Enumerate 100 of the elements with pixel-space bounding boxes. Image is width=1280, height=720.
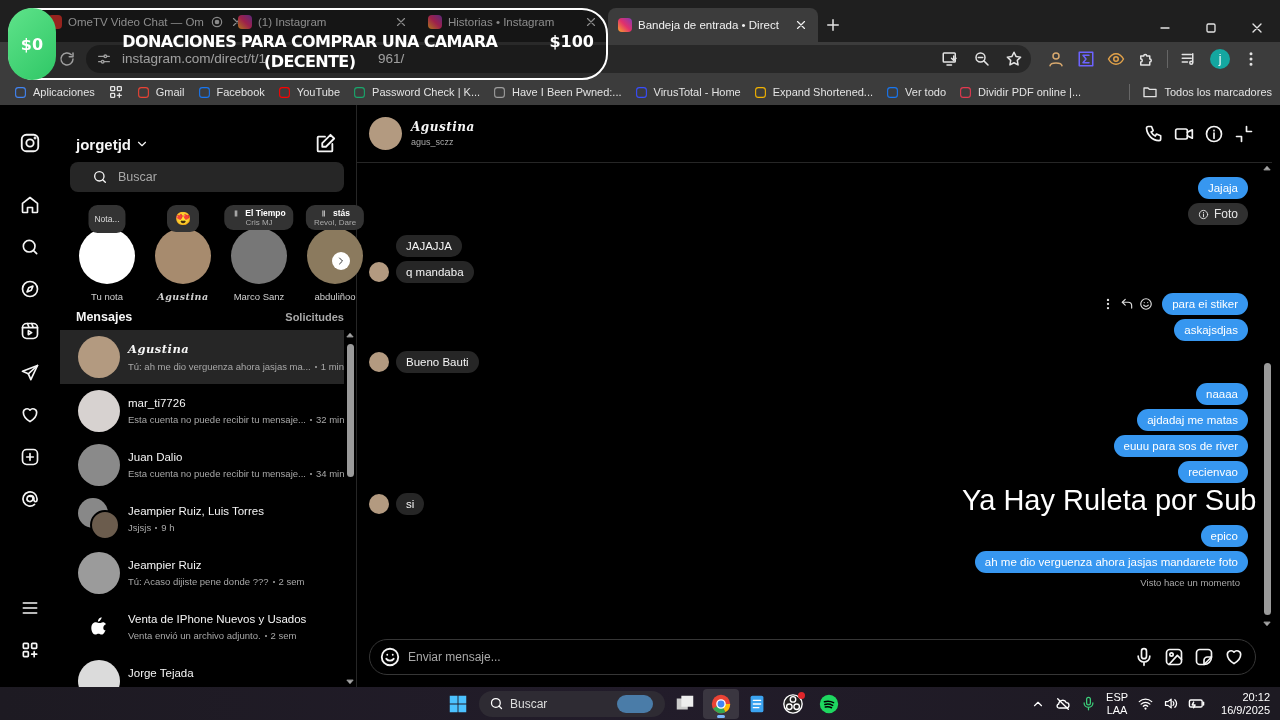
volume-icon[interactable] bbox=[1163, 696, 1179, 711]
search-icon[interactable] bbox=[20, 237, 40, 257]
conversation-item[interactable]: mar_ti7726 Esta cuenta no puede recibir tu mensaje... 32 min bbox=[60, 384, 344, 438]
apps-icon[interactable] bbox=[20, 640, 40, 660]
collapse-icon[interactable] bbox=[1234, 123, 1254, 144]
cloud-icon[interactable] bbox=[1055, 695, 1072, 712]
home-icon[interactable] bbox=[20, 195, 40, 215]
tab-groups-icon[interactable] bbox=[107, 84, 124, 100]
browser-tab[interactable]: (1) Instagram bbox=[228, 12, 418, 32]
bookmark-link[interactable]: VirusTotal - Home bbox=[634, 85, 741, 99]
message-bubble: para ei stiker bbox=[1162, 293, 1248, 315]
close-icon[interactable] bbox=[584, 15, 598, 29]
bookmark-link[interactable]: YouTube bbox=[277, 85, 341, 99]
instagram-logo-icon[interactable] bbox=[19, 132, 41, 154]
compass-icon[interactable] bbox=[20, 279, 40, 299]
caret-down-icon[interactable] bbox=[1262, 619, 1272, 629]
site-icon bbox=[353, 85, 367, 99]
site-favicon bbox=[428, 15, 442, 29]
sticker-icon[interactable] bbox=[1194, 647, 1214, 667]
heart-icon[interactable] bbox=[1224, 647, 1244, 667]
site-icon bbox=[136, 85, 150, 99]
clock-time[interactable]: 20:12 bbox=[1242, 690, 1270, 704]
bookmark-link[interactable]: Dividir PDF online |... bbox=[959, 85, 1082, 99]
message-input[interactable]: Enviar mensaje... bbox=[369, 639, 1256, 675]
conversation-item[interactable]: Agustina Tú: ah me dio verguenza ahora jasjas ma... 1 min bbox=[60, 330, 344, 384]
star-icon[interactable] bbox=[1005, 49, 1023, 68]
site-favicon bbox=[618, 18, 632, 32]
avatar-photo bbox=[369, 262, 389, 282]
message-preview: Jsjsjs bbox=[128, 522, 152, 533]
taskbar-app[interactable] bbox=[703, 688, 739, 719]
browser-tab[interactable]: Bandeja de entrada • Direct bbox=[608, 8, 818, 42]
message-time: 2 sem bbox=[270, 630, 297, 641]
song-artist: Cris MJ bbox=[245, 218, 273, 227]
language-code[interactable]: ESP bbox=[1106, 690, 1129, 704]
message-preview: Esta cuenta no puede recibir tu mensaje... bbox=[128, 414, 306, 425]
search-field[interactable]: Buscar bbox=[70, 162, 344, 192]
message-bubble: ajdadaj me matas bbox=[1137, 409, 1248, 431]
scrollbar-thumb[interactable] bbox=[1263, 363, 1271, 615]
note-bubble: 😍 bbox=[167, 205, 199, 232]
reels-icon[interactable] bbox=[20, 321, 40, 341]
emoji-icon[interactable] bbox=[1139, 297, 1154, 311]
message-bubble: si bbox=[396, 493, 425, 515]
conversation-item[interactable]: Venta de IPhone Nuevos y Usados Venta envió un archivo adjunto. 2 sem bbox=[60, 600, 344, 654]
new-tab-icon[interactable] bbox=[824, 16, 842, 34]
add-icon[interactable] bbox=[20, 447, 40, 467]
bookmark-link[interactable]: Aplicaciones bbox=[14, 85, 95, 99]
message-bubble: recienvao bbox=[1178, 461, 1248, 483]
spotify-icon bbox=[818, 692, 840, 715]
sigma-icon[interactable] bbox=[1077, 49, 1095, 68]
song-title: El Tiempo bbox=[245, 208, 286, 218]
song-artist: Revol, Dare bbox=[313, 218, 357, 227]
conversation-name: Jeampier Ruiz bbox=[128, 559, 203, 571]
browser-tab[interactable]: Historias • Instagram bbox=[418, 12, 608, 32]
bookmark-link[interactable]: Expand Shortened... bbox=[753, 85, 874, 99]
conversation-name: mar_ti7726 bbox=[128, 397, 187, 409]
keyboard-layout[interactable]: LAA bbox=[1106, 703, 1128, 717]
bookmark-link[interactable]: Have I Been Pwned:... bbox=[493, 85, 622, 99]
note-bubble: Nota... bbox=[88, 205, 126, 233]
contact-name[interactable]: Agustina bbox=[411, 120, 475, 134]
conversation-item[interactable]: Jeampier Ruiz, Luis Torres Jsjsjs 9 h bbox=[60, 492, 344, 546]
avatar-photo bbox=[155, 228, 211, 284]
avatar-photo[interactable] bbox=[369, 117, 402, 150]
zoom-icon[interactable] bbox=[973, 49, 991, 68]
caret-up-icon[interactable] bbox=[1262, 163, 1272, 173]
message-preview: Esta cuenta no puede recibir tu mensaje... bbox=[128, 468, 306, 479]
message-bubble: epico bbox=[1200, 525, 1248, 547]
clock-date[interactable]: 16/9/2025 bbox=[1221, 703, 1270, 717]
microphone-icon[interactable] bbox=[1134, 647, 1154, 667]
record-icon bbox=[209, 15, 224, 29]
close-icon[interactable] bbox=[794, 18, 808, 32]
conversation-item[interactable]: Jeampier Ruiz Tú: Acaso dijiste pene donde ??? 2 sem bbox=[60, 546, 344, 600]
send-icon[interactable] bbox=[20, 363, 40, 383]
wifi-icon[interactable] bbox=[1138, 696, 1154, 711]
phone-icon[interactable] bbox=[1144, 123, 1164, 144]
message-bubble: Jajaja bbox=[1197, 177, 1248, 199]
compose-icon[interactable] bbox=[314, 133, 336, 155]
extension-icon[interactable] bbox=[1047, 49, 1065, 68]
message-time: 32 min bbox=[315, 414, 344, 425]
section-title: Mensajes bbox=[76, 310, 133, 324]
close-icon[interactable] bbox=[394, 15, 408, 29]
scrollbar-thumb[interactable] bbox=[346, 344, 354, 477]
requests-link[interactable]: Solicitudes bbox=[285, 311, 344, 323]
info-icon[interactable] bbox=[1204, 123, 1224, 144]
image-icon[interactable] bbox=[1164, 647, 1184, 667]
conversation-item[interactable]: Juan Dalio Esta cuenta no puede recibir tu mensaje... 34 min bbox=[60, 438, 344, 492]
bookmark-link[interactable]: Ver todo bbox=[886, 85, 946, 99]
emoji-icon[interactable] bbox=[379, 646, 401, 668]
reload-icon[interactable] bbox=[58, 49, 76, 68]
threads-icon[interactable] bbox=[20, 489, 40, 509]
message-time: 34 min bbox=[315, 468, 344, 479]
heart-icon[interactable] bbox=[20, 405, 40, 425]
install-icon[interactable] bbox=[941, 49, 959, 68]
bookmarks-folder[interactable]: Todos los marcadores bbox=[1129, 84, 1272, 100]
reply-icon[interactable] bbox=[1120, 297, 1135, 311]
attachment-chip[interactable]: Foto bbox=[1188, 203, 1248, 225]
account-username[interactable]: jorgetjd bbox=[76, 135, 131, 153]
bookmark-link[interactable]: Gmail bbox=[136, 85, 185, 99]
caret-up-icon[interactable] bbox=[345, 330, 355, 340]
bookmark-link[interactable]: Facebook bbox=[197, 85, 265, 99]
bookmark-link[interactable]: Password Check | K... bbox=[353, 85, 481, 99]
